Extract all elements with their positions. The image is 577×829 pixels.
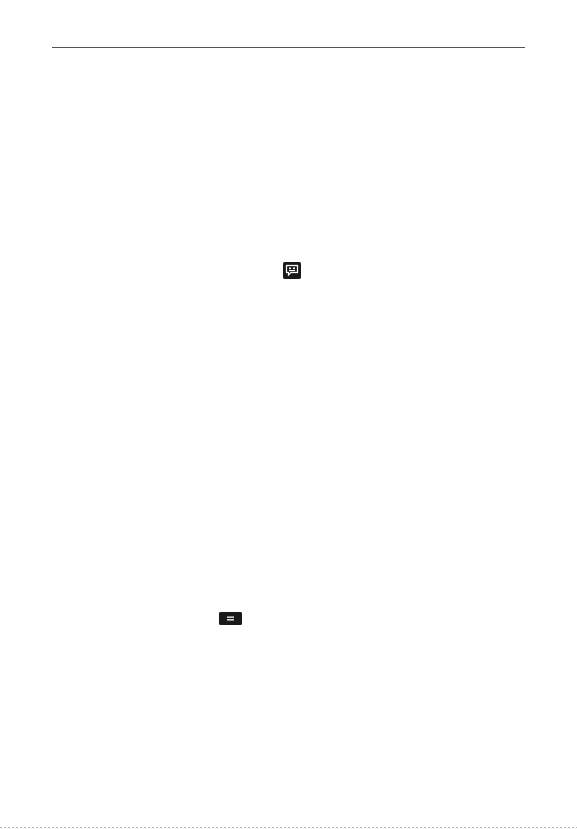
header-rule	[52, 47, 525, 48]
manual-page	[0, 0, 577, 829]
footer-dotted-rule	[0, 827, 577, 828]
messaging-icon	[283, 262, 301, 279]
menu-key-icon	[219, 612, 242, 625]
